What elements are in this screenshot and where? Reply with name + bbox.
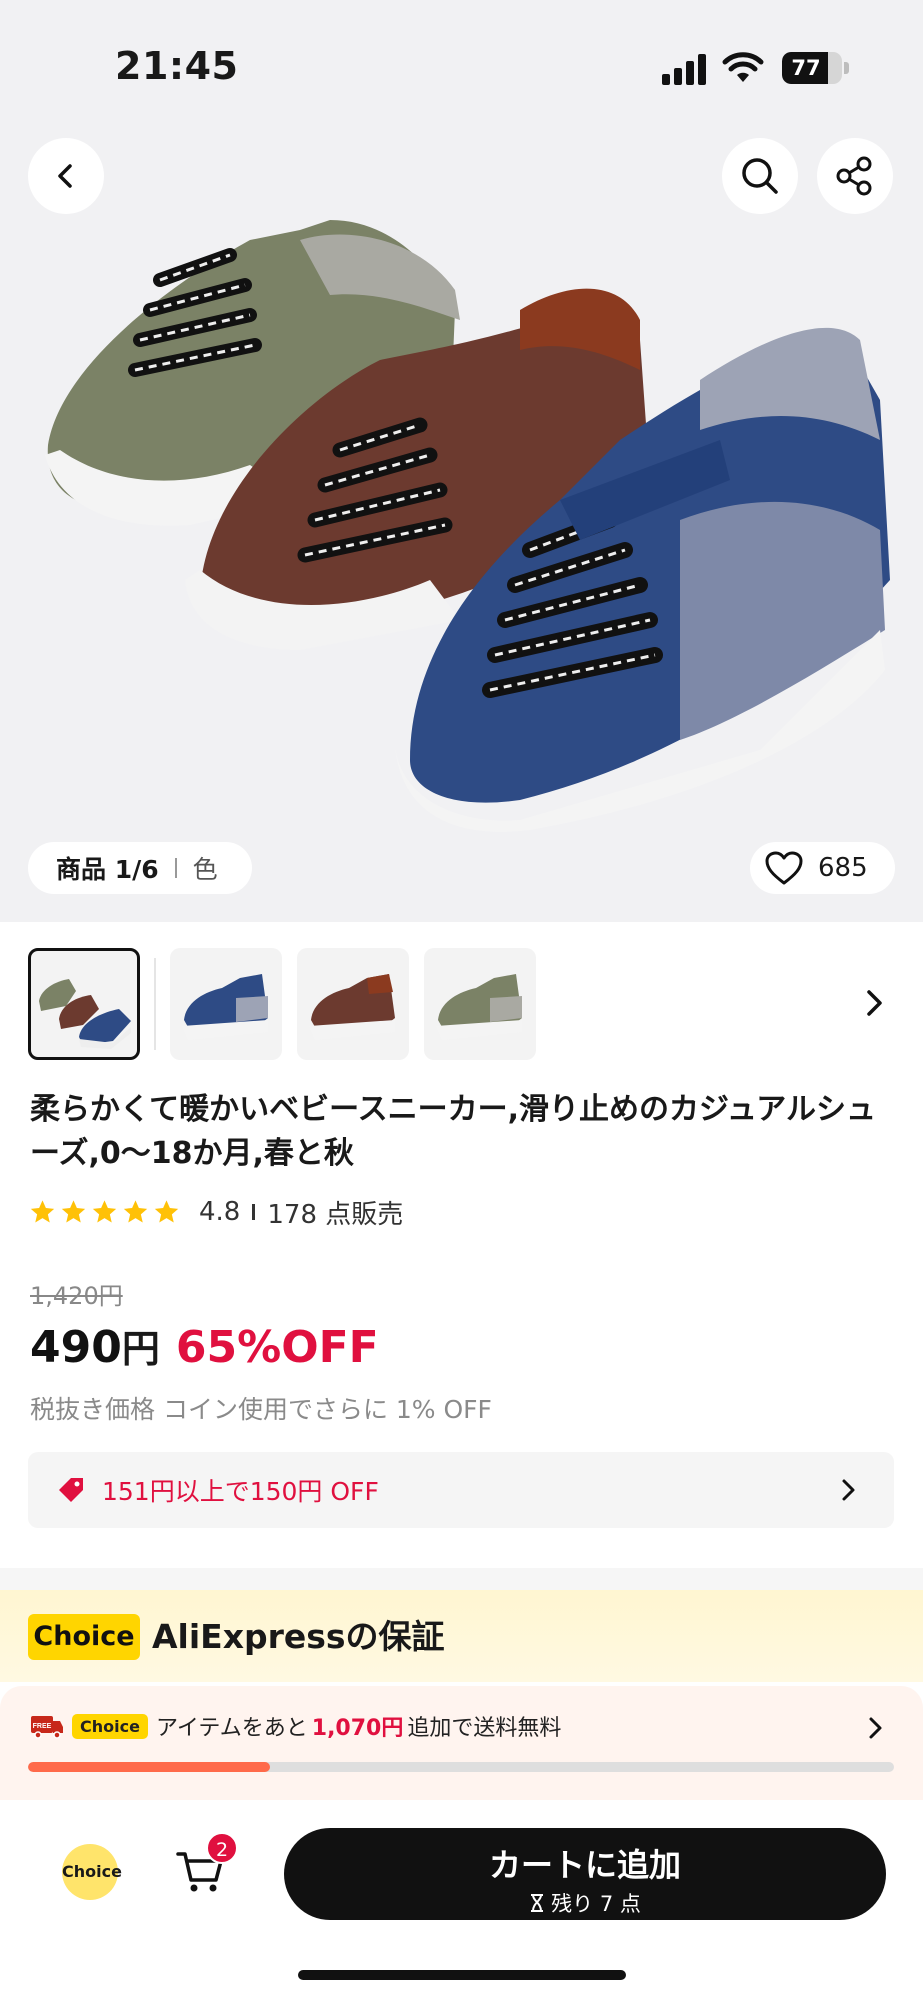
thumbnail-all-colors[interactable] [28,948,140,1060]
cart-count-badge: 2 [206,1832,238,1864]
product-image-gallery[interactable]: 21:45 77 商品 1/6 色 685 [0,0,923,922]
star-icon [123,1200,148,1223]
guarantee-banner[interactable]: Choice AliExpressの保証 [0,1590,923,1682]
status-time: 21:45 [115,44,239,88]
sale-price: 490 [30,1322,122,1373]
color-tab[interactable]: 色 [193,850,218,886]
shipping-suffix: 追加で送料無料 [407,1716,562,1741]
gallery-position: 商品 1/6 [56,855,159,884]
coupon-bar[interactable]: 151円以上で150円 OFF [28,1452,894,1528]
shipping-prefix: アイテムをあと [155,1716,308,1741]
share-icon [836,156,872,196]
cellular-signal-icon [662,53,710,85]
rating-stars [28,1198,183,1226]
coupon-text: 151円以上で150円 OFF [102,1477,379,1506]
home-indicator [298,1970,626,1980]
section-divider [0,1568,923,1590]
thumbnail-navy[interactable] [170,948,282,1060]
star-icon [61,1200,86,1223]
gallery-position-pill[interactable]: 商品 1/6 色 [28,842,252,894]
thumbnail-image [39,979,131,1049]
product-photo [45,220,890,832]
divider [174,858,177,878]
thumbnail-image [436,974,522,1040]
price-currency: 円 [121,1327,160,1371]
choice-badge: Choice [28,1614,140,1660]
coupon-tag-icon [59,1478,83,1502]
thumbnail-image [182,974,268,1040]
product-title: 柔らかくて暖かいベビースニーカー,滑り止めのカジュアルシューズ,0～18か月,春… [30,1092,876,1171]
search-icon [742,158,778,194]
bottom-action-bar: Choice 2 カートに追加 残り 7 点 [0,1800,923,2000]
stock-remaining: 残り 7 点 [551,1892,641,1916]
shipping-remaining-amount: 1,070円 [311,1716,404,1741]
heart-icon [765,851,803,885]
battery-icon: 77 [782,52,842,84]
free-shipping-card[interactable]: FREE Choice アイテムをあと 1,070円 追加で送料無料 [0,1686,923,1800]
star-icon [30,1200,55,1223]
star-icon [92,1200,117,1223]
price-row: 490 円 65%OFF [30,1318,379,1373]
thumbnail-green[interactable] [424,948,536,1060]
chevron-left-icon [58,164,72,188]
add-to-cart-label: カートに追加 [488,1846,681,1884]
stock-indicator: 残り 7 点 [284,1888,886,1918]
chevron-right-icon [869,1717,882,1739]
divider [252,1204,256,1220]
rating-row[interactable]: 4.8 178 点販売 [28,1192,403,1232]
chevron-right-icon[interactable] [862,986,888,1020]
thumbnail-brown[interactable] [297,948,409,1060]
thumbnail-image [309,974,395,1040]
choice-mini-badge: Choice [72,1713,148,1739]
chevron-right-icon [842,1479,855,1501]
battery-cap [844,62,849,74]
hourglass-icon [531,1894,544,1912]
discount-label: 65%OFF [175,1322,379,1373]
rating-value: 4.8 [199,1197,241,1227]
add-to-cart-button[interactable]: カートに追加 残り 7 点 [284,1828,886,1920]
battery-level: 77 [791,56,821,80]
star-icon [154,1200,179,1223]
favorite-count: 685 [818,853,868,883]
sold-count: 178 点販売 [267,1199,404,1230]
thumbnail-divider [154,958,156,1050]
tax-note: 税抜き価格 コイン使用でさらに 1% OFF [30,1395,492,1424]
choice-store-button[interactable]: Choice [62,1844,122,1900]
free-shipping-row: FREE Choice アイテムをあと 1,070円 追加で送料無料 [30,1708,561,1744]
favorite-button[interactable]: 685 [750,842,895,894]
free-shipping-truck-icon: FREE [31,1716,63,1739]
progress-fill [28,1762,271,1772]
original-price: 1,420円 [30,1282,123,1310]
thumbnail-strip [0,948,923,1064]
wifi-icon [722,52,764,82]
free-label: FREE [33,1723,52,1730]
guarantee-title: AliExpressの保証 [152,1617,445,1656]
free-shipping-progress [28,1762,894,1772]
